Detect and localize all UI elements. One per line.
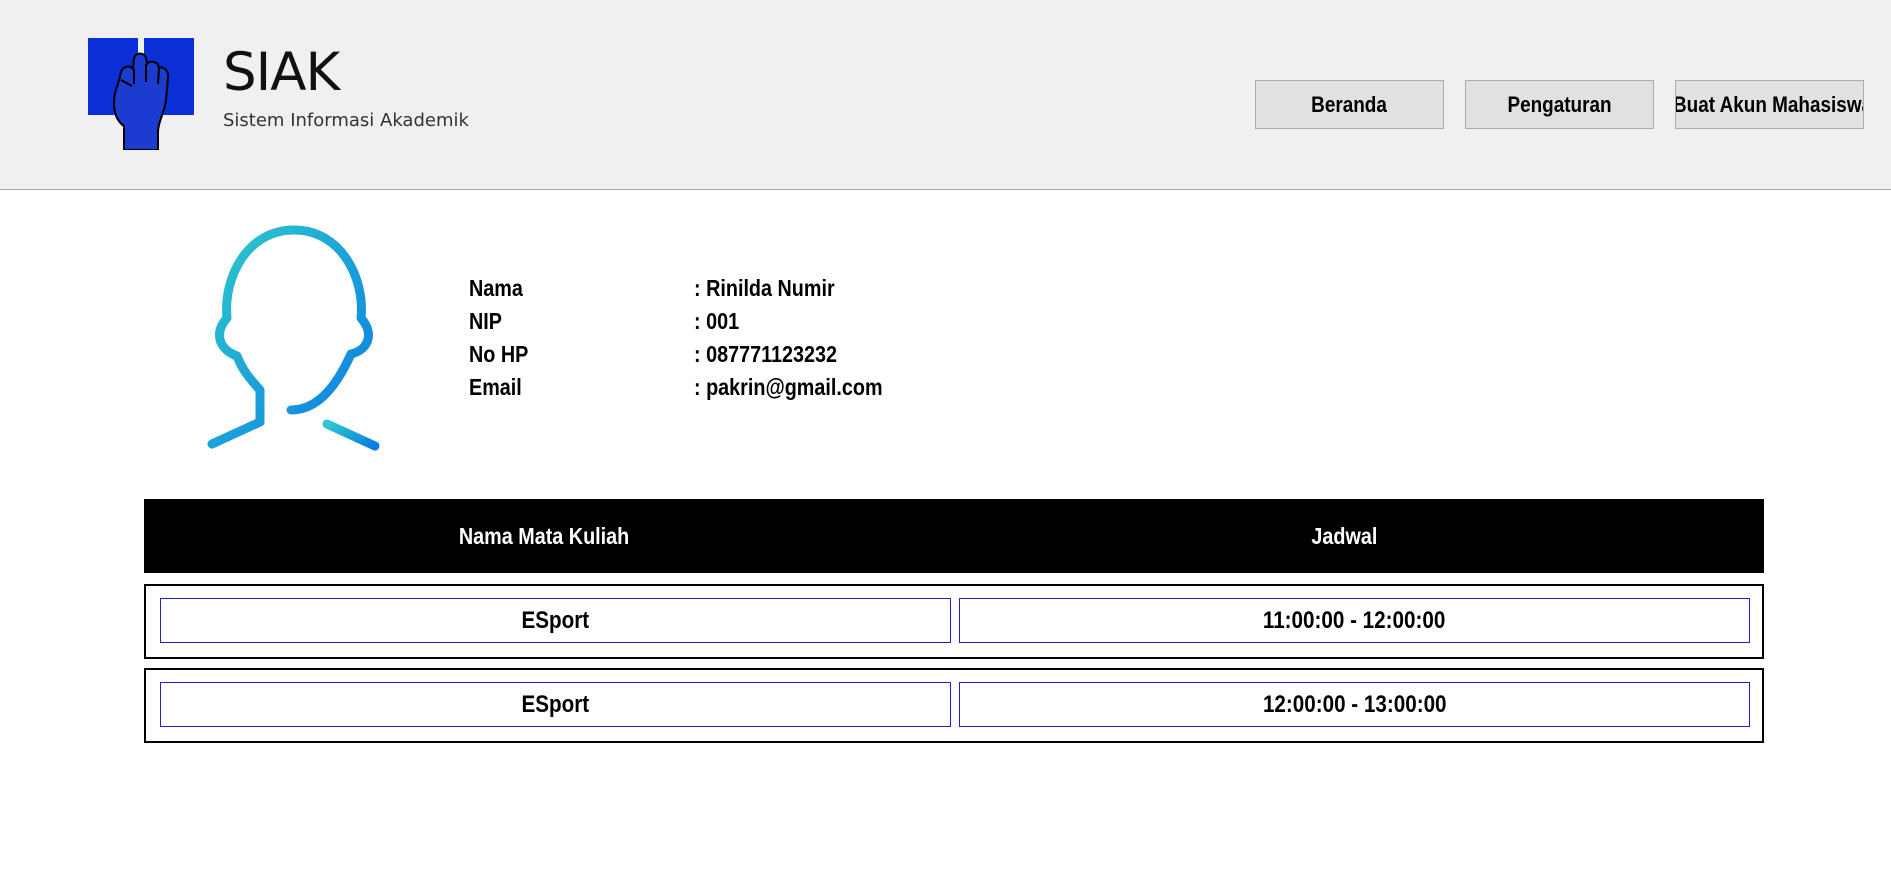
header-schedule-label: Jadwal [1311,522,1377,549]
nip-value: : 001 [694,308,740,334]
schedule-table-header: Nama Mata Kuliah Jadwal [144,499,1764,573]
course-cell: ESport [160,682,951,727]
table-row: ESport 12:00:00 - 13:00:00 [144,668,1764,743]
course-text: ESport [521,606,590,634]
app-subtitle: Sistem Informasi Akademik [223,110,469,131]
course-text: ESport [521,690,590,718]
beranda-button[interactable]: Beranda [1255,80,1444,129]
schedule-text: 11:00:00 - 12:00:00 [1263,606,1446,634]
app-title: SIAK [223,42,340,103]
email-value: : pakrin@gmail.com [694,374,883,400]
siak-logo-icon [88,38,194,150]
schedule-cell: 12:00:00 - 13:00:00 [959,682,1750,727]
user-avatar-icon [207,225,380,451]
email-label: Email [469,374,522,400]
buat-akun-mahasiswa-button[interactable]: Buat Akun Mahasiswa [1675,80,1864,129]
header-jadwal: Jadwal [944,499,1744,573]
schedule-text: 12:00:00 - 13:00:00 [1262,690,1447,718]
nama-label: Nama [469,275,523,301]
pengaturan-button[interactable]: Pengaturan [1465,80,1654,129]
schedule-cell: 11:00:00 - 12:00:00 [959,598,1750,643]
nama-value: : Rinilda Numir [694,275,835,301]
header-nama-mata-kuliah: Nama Mata Kuliah [144,499,944,573]
nohp-value: : 087771123232 [694,341,838,367]
nip-label: NIP [469,308,502,334]
pengaturan-label: Pengaturan [1507,91,1612,117]
app-header: SIAK Sistem Informasi Akademik Beranda P… [0,0,1891,190]
nohp-label: No HP [469,341,529,367]
course-cell: ESport [160,598,951,643]
buat-akun-label: Buat Akun Mahasiswa [1675,91,1864,117]
beranda-label: Beranda [1311,91,1388,117]
header-course-label: Nama Mata Kuliah [458,522,630,549]
table-row: ESport 11:00:00 - 12:00:00 [144,584,1764,659]
